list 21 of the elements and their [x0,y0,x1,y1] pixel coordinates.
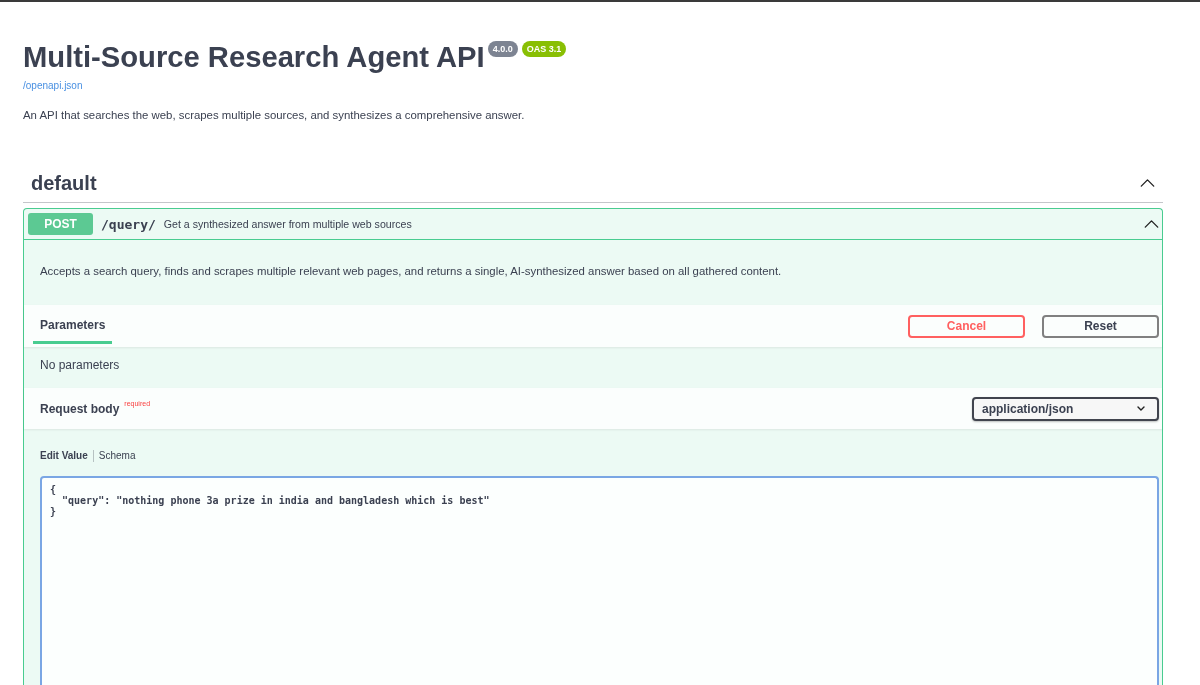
section-title[interactable]: default [31,171,97,195]
endpoint-summary: Get a synthesized answer from multiple web sources [163,218,412,230]
chevron-up-icon[interactable] [1144,220,1159,228]
method-badge: POST [28,213,93,235]
api-description: An API that searches the web, scrapes multiple sources, and synthesizes a comprehensive answer. [23,108,526,123]
version-badge: 4.0.0 [487,41,518,57]
request-body-editor[interactable]: { "query": "nothing phone 3a prize in india and bangladesh which is best" } [40,476,1159,685]
content-type-select[interactable]: application/json [972,396,1159,421]
parameters-tab[interactable]: Parameters [33,305,113,344]
spec-version-badge: OAS 3.1 [521,41,567,57]
chevron-up-icon[interactable] [1140,179,1155,187]
reset-button[interactable]: Reset [1042,314,1159,338]
endpoint-path[interactable]: /query/ [101,216,156,232]
operation-description: Accepts a search query, finds and scrapes multiple relevant web pages, and returns a single, AI-synthesized answer based on all gathered content. [39,264,783,279]
no-parameters-text: No parameters [39,357,121,374]
value-tab[interactable]: Schema [98,449,136,463]
page-title: Multi-Source Research Agent API [23,40,485,75]
value-tab[interactable]: Edit Value [40,449,88,463]
request-body-label: Request body [40,400,120,417]
spec-link[interactable]: /openapi.json [23,79,83,93]
caret-down-icon [1137,406,1145,411]
